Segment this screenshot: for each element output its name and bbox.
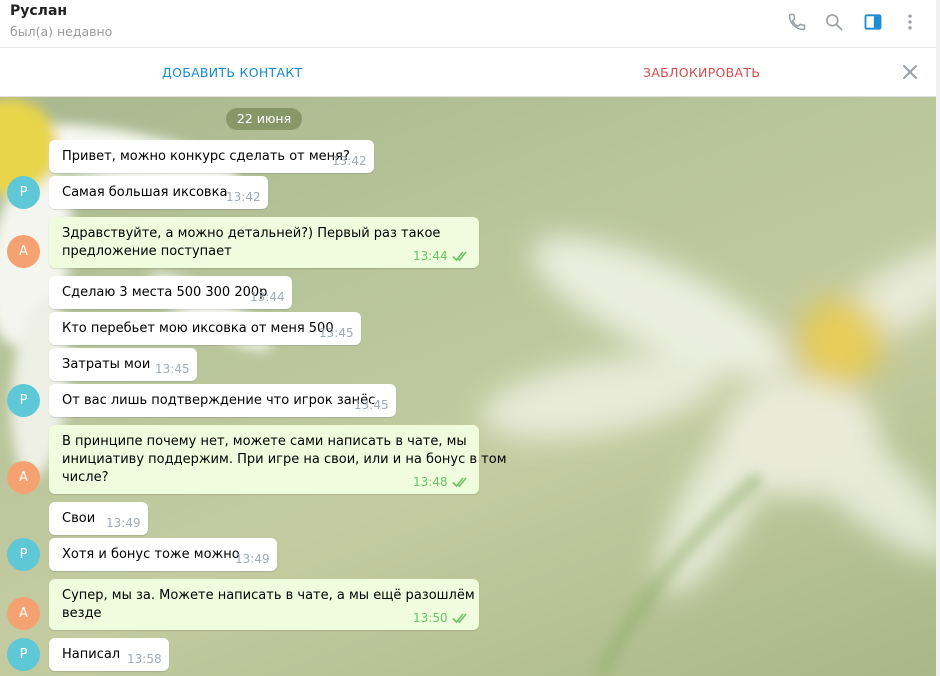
message-text: Привет, можно конкурс сделать от меня? (62, 149, 350, 164)
outgoing-message-bubble[interactable]: В принципе почему нет, можете сами напис… (49, 425, 507, 494)
message-text: Хотя и бонус тоже можно (62, 547, 240, 562)
incoming-message-bubble[interactable]: Сделаю 3 места 500 300 200р 13:44 (49, 276, 292, 309)
peer-avatar[interactable]: Р (7, 638, 40, 671)
message-time: 13:42 (332, 154, 367, 168)
message-time: 13:49 (235, 552, 270, 566)
more-menu-icon[interactable] (898, 10, 922, 34)
incoming-message-bubble[interactable]: Самая большая иксовка 13:42 (49, 176, 268, 209)
self-avatar[interactable]: А (7, 235, 40, 268)
chat-header: Руслан был(а) недавно (0, 0, 936, 48)
incoming-message-bubble[interactable]: Кто перебьет мою иксовка от меня 500 13:4… (49, 312, 361, 345)
contact-action-bar: ДОБАВИТЬ КОНТАКТ ЗАБЛОКИРОВАТЬ (0, 48, 936, 97)
peer-avatar[interactable]: Р (7, 176, 40, 209)
message-time: 13:42 (226, 190, 261, 204)
peer-avatar[interactable]: Р (7, 384, 40, 417)
incoming-message-bubble[interactable]: Затраты мои 13:45 (49, 348, 197, 381)
phone-icon[interactable] (785, 10, 809, 34)
message-time: 13:44 (413, 249, 448, 263)
peer-avatar[interactable]: Р (7, 538, 40, 571)
message-time: 13:44 (250, 290, 285, 304)
incoming-message-bubble[interactable]: Написал 13:58 (49, 638, 169, 671)
message-text: Здравствуйте, а можно детальней?) Первый… (62, 226, 441, 259)
read-checkmarks-icon (452, 613, 467, 624)
self-avatar[interactable]: А (7, 461, 40, 494)
block-button[interactable]: ЗАБЛОКИРОВАТЬ (643, 65, 760, 80)
incoming-message-bubble[interactable]: Привет, можно конкурс сделать от меня? 13… (49, 140, 374, 173)
scrollbar-track[interactable] (936, 0, 940, 676)
read-checkmarks-icon (452, 477, 467, 488)
message-text: Затраты мои (62, 357, 151, 372)
telegram-chat-window: Руслан был(а) недавно ДОБАВИТЬ КОНТАКТ З… (0, 0, 940, 676)
message-time: 13:49 (106, 516, 141, 530)
message-time: 13:45 (354, 398, 389, 412)
close-icon[interactable] (900, 62, 920, 82)
message-time: 13:48 (413, 475, 448, 489)
read-checkmarks-icon (452, 251, 467, 262)
contact-name[interactable]: Руслан (10, 3, 67, 19)
sidebar-toggle-icon[interactable] (861, 10, 885, 34)
date-separator: 22 июня (226, 108, 302, 130)
message-text: Свои (62, 511, 96, 526)
outgoing-message-bubble[interactable]: Супер, мы за. Можете написать в чате, а … (49, 579, 479, 630)
message-text: Кто перебьет мою иксовка от меня 500 (62, 321, 334, 336)
message-text: Сделаю 3 места 500 300 200р (62, 285, 268, 300)
incoming-message-bubble[interactable]: Свои 13:49 (49, 502, 148, 535)
chat-messages-area[interactable]: 22 июня Привет, можно конкурс сделать от… (0, 97, 936, 676)
contact-status: был(а) недавно (10, 24, 113, 39)
add-contact-button[interactable]: ДОБАВИТЬ КОНТАКТ (162, 65, 302, 80)
message-text: Самая большая иксовка (62, 185, 228, 200)
incoming-message-bubble[interactable]: От вас лишь подтверждение что игрок занё… (49, 384, 396, 417)
incoming-message-bubble[interactable]: Хотя и бонус тоже можно 13:49 (49, 538, 277, 571)
search-icon[interactable] (822, 10, 846, 34)
self-avatar[interactable]: А (7, 597, 40, 630)
message-time: 13:58 (127, 652, 162, 666)
outgoing-message-bubble[interactable]: Здравствуйте, а можно детальней?) Первый… (49, 217, 479, 268)
message-time: 13:45 (319, 326, 354, 340)
message-text: От вас лишь подтверждение что игрок занё… (62, 393, 376, 408)
message-time: 13:50 (413, 611, 448, 625)
message-time: 13:45 (155, 362, 190, 376)
message-text: Написал (62, 647, 121, 662)
